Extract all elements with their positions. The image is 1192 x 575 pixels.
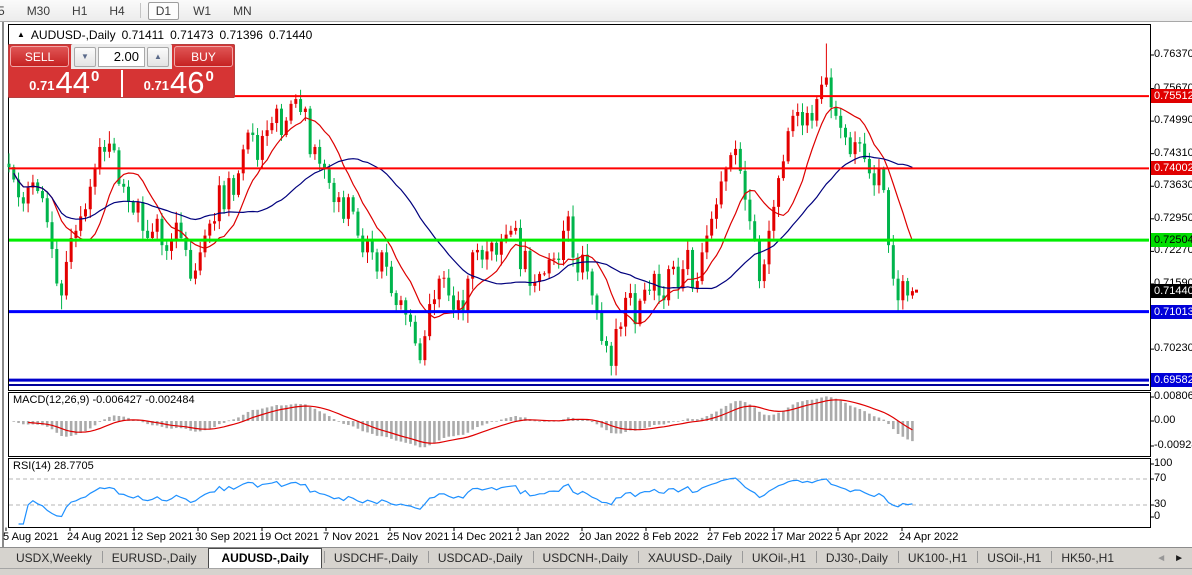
volume-decrease-button[interactable]: ▼ [74, 46, 96, 67]
tab-usdcnh-daily[interactable]: USDCNH-,Daily [532, 549, 638, 568]
toolbar-separator [139, 3, 141, 18]
timeframe-button-h1[interactable]: H1 [64, 2, 95, 20]
ohlc-low: 0.71396 [219, 28, 263, 42]
timeframe-button-5[interactable]: 5 [0, 2, 13, 20]
timeframe-button-mn[interactable]: MN [225, 2, 260, 20]
chart-symbol-title: AUDUSD-,Daily [30, 28, 116, 42]
sell-price-pip: 0 [90, 68, 100, 85]
tab-usdchf-daily[interactable]: USDCHF-,Daily [323, 549, 428, 568]
tab-uk100-h1[interactable]: UK100-,H1 [897, 549, 977, 568]
ma-slow-line [13, 155, 913, 290]
sell-price-big: 44 [55, 65, 90, 100]
tab-ukoil-h1[interactable]: UKOil-,H1 [741, 549, 816, 568]
rsi-line [18, 477, 913, 525]
last-price-marker [915, 289, 918, 293]
ohlc-high: 0.71473 [170, 28, 214, 42]
tab-xauusd-daily[interactable]: XAUUSD-,Daily [637, 549, 742, 568]
volume-input[interactable]: 2.00 [98, 46, 145, 67]
volume-increase-button[interactable]: ▲ [147, 46, 169, 67]
timeframe-button-m30[interactable]: M30 [19, 2, 58, 20]
ohlc-open: 0.71411 [121, 28, 165, 42]
timeframe-button-h4[interactable]: H4 [101, 2, 132, 20]
tab-usdcad-daily[interactable]: USDCAD-,Daily [427, 549, 533, 568]
tab-usdx-weekly[interactable]: USDX,Weekly [6, 549, 102, 568]
buy-button[interactable]: BUY [174, 46, 233, 67]
buy-price-pip: 0 [205, 68, 214, 85]
timeframe-button-w1[interactable]: W1 [185, 2, 219, 20]
macd-label: MACD(12,26,9) -0.006427 -0.002484 [13, 394, 195, 406]
buy-price-big: 46 [169, 65, 205, 100]
tab-scroll-right-icon[interactable]: ► [1174, 553, 1184, 564]
one-click-trading-panel: SELL ▼ 2.00 ▲ BUY 0.71 44 0 0.71 46 0 [8, 44, 235, 98]
tab-dj30-daily[interactable]: DJ30-,Daily [815, 549, 898, 568]
tab-eurusd-daily[interactable]: EURUSD-,Daily [101, 549, 207, 568]
tab-scroll-left-icon[interactable]: ◄ [1156, 553, 1166, 564]
rsi-label: RSI(14) 28.7705 [13, 460, 94, 472]
chart-symbol-icon: ▲ [17, 29, 25, 39]
timeframe-toolbar: 5 M30 H1 H4 D1 W1 MN [0, 0, 1192, 22]
chart-info-line: ▲ AUDUSD-,Daily 0.71411 0.71473 0.71396 … [17, 28, 312, 42]
ohlc-close: 0.71440 [268, 28, 313, 42]
buy-price-prefix: 0.71 [143, 78, 169, 93]
tab-usoil-h1[interactable]: USOil-,H1 [977, 549, 1051, 568]
buy-price-display[interactable]: 0.71 46 0 [123, 65, 236, 100]
timeframe-button-d1[interactable]: D1 [147, 1, 180, 20]
tab-audusd-daily[interactable]: AUDUSD-,Daily [208, 548, 322, 569]
chart-tab-bar: USDX,Weekly EURUSD-,Daily AUDUSD-,Daily USD… [0, 547, 1192, 569]
sell-price-prefix: 0.71 [29, 78, 55, 93]
sell-button[interactable]: SELL [10, 46, 69, 67]
tab-hk50-h1[interactable]: HK50-,H1 [1051, 549, 1124, 568]
sell-price-display[interactable]: 0.71 44 0 [8, 65, 121, 100]
